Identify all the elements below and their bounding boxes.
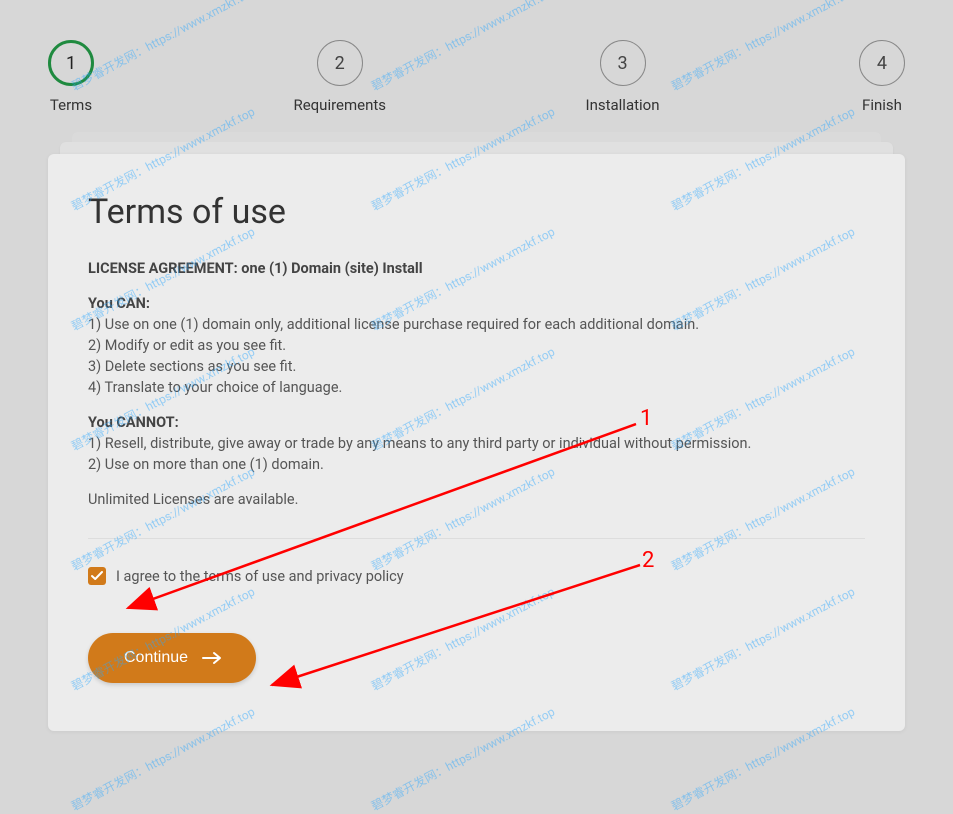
continue-button[interactable]: Continue: [88, 633, 256, 683]
step-label: Installation: [585, 96, 659, 114]
step-circle-2: 2: [317, 40, 363, 86]
step-num: 4: [877, 53, 887, 74]
license-heading: LICENSE AGREEMENT: one (1) Domain (site)…: [88, 258, 865, 279]
step-num: 3: [617, 53, 627, 74]
step-finish: 4 Finish: [859, 40, 905, 114]
cannot-block: You CANNOT: 1) Resell, distribute, give …: [88, 412, 865, 475]
step-terms: 1 Terms: [48, 40, 94, 114]
divider: [88, 538, 865, 539]
can-item: 4) Translate to your choice of language.: [88, 377, 865, 398]
can-item: 3) Delete sections as you see fit.: [88, 356, 865, 377]
agree-checkbox[interactable]: [88, 567, 106, 585]
step-circle-3: 3: [600, 40, 646, 86]
arrow-right-icon: [202, 651, 222, 665]
terms-card: Terms of use LICENSE AGREEMENT: one (1) …: [48, 154, 905, 731]
step-installation: 3 Installation: [585, 40, 659, 114]
cannot-item: 1) Resell, distribute, give away or trad…: [88, 433, 865, 454]
card-title: Terms of use: [88, 192, 865, 232]
step-num: 1: [66, 53, 76, 74]
can-label: You CAN:: [88, 293, 865, 314]
card-stack: Terms of use LICENSE AGREEMENT: one (1) …: [48, 154, 905, 731]
cannot-item: 2) Use on more than one (1) domain.: [88, 454, 865, 475]
can-item: 1) Use on one (1) domain only, additiona…: [88, 314, 865, 335]
step-num: 2: [335, 53, 345, 74]
cannot-label: You CANNOT:: [88, 412, 865, 433]
agree-label: I agree to the terms of use and privacy …: [116, 568, 404, 585]
step-label: Finish: [862, 96, 902, 114]
step-requirements: 2 Requirements: [293, 40, 386, 114]
step-circle-4: 4: [859, 40, 905, 86]
install-stepper: 1 Terms 2 Requirements 3 Installation 4 …: [0, 0, 953, 114]
can-block: You CAN: 1) Use on one (1) domain only, …: [88, 293, 865, 398]
step-label: Terms: [50, 96, 92, 114]
continue-label: Continue: [124, 649, 188, 667]
license-body: LICENSE AGREEMENT: one (1) Domain (site)…: [88, 258, 865, 510]
check-icon: [91, 570, 103, 582]
step-label: Requirements: [293, 96, 386, 114]
license-footer: Unlimited Licenses are available.: [88, 489, 865, 510]
can-item: 2) Modify or edit as you see fit.: [88, 335, 865, 356]
agree-row: I agree to the terms of use and privacy …: [88, 567, 865, 585]
step-circle-1: 1: [48, 40, 94, 86]
